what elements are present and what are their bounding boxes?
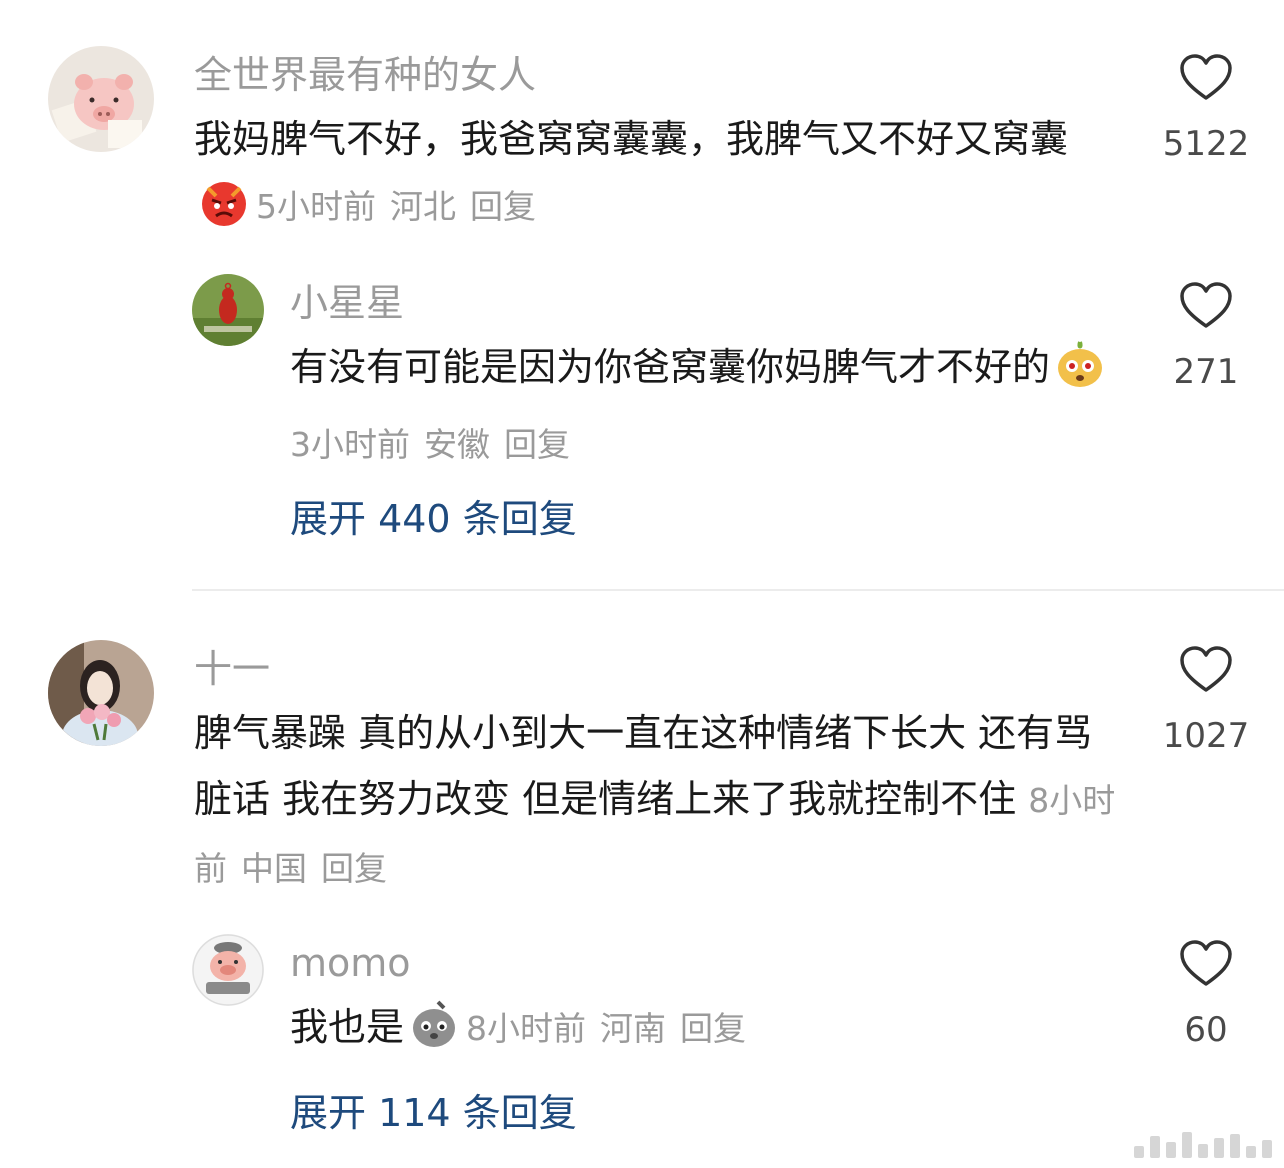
location: 河北 xyxy=(390,187,456,226)
location: 中国 xyxy=(241,849,307,888)
timestamp: 8小时前 xyxy=(466,1009,587,1048)
like-count: 60 xyxy=(1184,1010,1228,1050)
expand-replies-link[interactable]: 展开 114 条回复 xyxy=(290,1090,577,1136)
comment-meta: 5小时前 河北 回复 xyxy=(256,187,550,226)
heart-icon xyxy=(1180,646,1232,692)
heart-icon xyxy=(1180,54,1232,100)
comment-text: 脾气暴躁 真的从小到大一直在这种情绪下长大 还有骂脏话 我在努力改变 但是情绪上… xyxy=(194,700,1124,902)
reply-button[interactable]: 回复 xyxy=(470,187,536,226)
like-count: 5122 xyxy=(1162,124,1250,164)
like-count: 1027 xyxy=(1162,716,1250,756)
timestamp: 5小时前 xyxy=(256,187,376,226)
username[interactable]: momo xyxy=(290,940,411,986)
location: 河南 xyxy=(600,1009,667,1048)
heart-icon xyxy=(1180,282,1232,328)
like-button[interactable]: 1027 xyxy=(1156,646,1256,756)
reply-meta: 8小时前 河南 回复 xyxy=(466,1009,760,1048)
comment-text: 我妈脾气不好，我爸窝窝囊囊，我脾气又不好又窝囊 5小时前 河北 回复 xyxy=(194,106,1114,248)
like-button[interactable]: 271 xyxy=(1156,282,1256,392)
location: 安徽 xyxy=(424,425,490,464)
sad-bird-icon xyxy=(408,998,460,1070)
expand-replies-link[interactable]: 展开 440 条回复 xyxy=(290,496,577,542)
heart-icon xyxy=(1180,940,1232,986)
username[interactable]: 全世界最有种的女人 xyxy=(194,52,536,98)
divider xyxy=(192,589,1284,591)
comment-body: 我妈脾气不好，我爸窝窝囊囊，我脾气又不好又窝囊 xyxy=(194,117,1069,161)
angry-face-icon xyxy=(198,176,250,248)
reply-text: 我也是 8小时前 河南 回复 xyxy=(290,994,1120,1070)
avatar[interactable] xyxy=(192,274,264,346)
like-button[interactable]: 5122 xyxy=(1156,54,1256,164)
reply-text: 有没有可能是因为你爸窝囊你妈脾气才不好的 3小时前 安徽 回复 xyxy=(290,334,1120,478)
reply-button[interactable]: 回复 xyxy=(504,425,570,464)
like-button[interactable]: 60 xyxy=(1156,940,1256,1050)
username[interactable]: 小星星 xyxy=(290,280,404,326)
reply-button[interactable]: 回复 xyxy=(680,1009,746,1048)
watermark xyxy=(1134,1132,1272,1158)
avatar[interactable] xyxy=(48,640,154,746)
reply-button[interactable]: 回复 xyxy=(321,849,387,888)
username[interactable]: 十一 xyxy=(194,646,270,692)
shocked-fox-icon xyxy=(1054,338,1106,410)
avatar[interactable] xyxy=(192,934,264,1006)
like-count: 271 xyxy=(1173,352,1239,392)
avatar[interactable] xyxy=(48,46,154,152)
comment-body: 脾气暴躁 真的从小到大一直在这种情绪下长大 还有骂脏话 我在努力改变 但是情绪上… xyxy=(194,711,1093,821)
reply-meta: 3小时前 安徽 回复 xyxy=(290,425,584,464)
timestamp: 3小时前 xyxy=(290,425,410,464)
reply-body: 有没有可能是因为你爸窝囊你妈脾气才不好的 xyxy=(290,345,1051,389)
reply-body: 我也是 xyxy=(290,1005,405,1049)
